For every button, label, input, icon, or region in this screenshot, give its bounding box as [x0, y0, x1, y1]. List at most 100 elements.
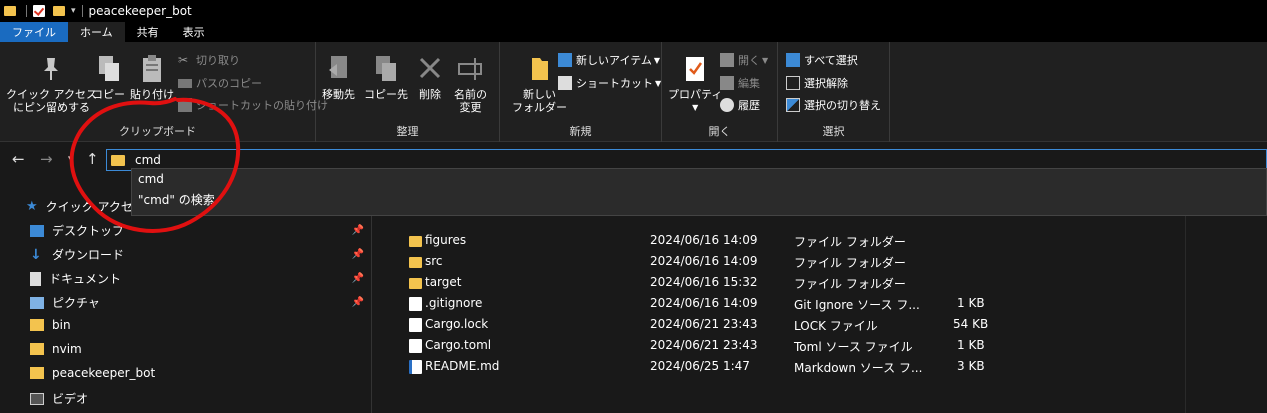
star-icon: ★ — [26, 199, 38, 214]
move-to-button[interactable]: 移動先 — [322, 54, 355, 101]
tab-home[interactable]: ホーム — [68, 22, 125, 42]
title-bar: ▾ peacekeeper_bot — [0, 0, 1267, 22]
history-button[interactable]: 履歴 — [720, 97, 760, 113]
pin-to-quick-access-button[interactable]: クイック アクセス にピン留めする — [6, 54, 97, 114]
file-name: src — [425, 254, 443, 268]
file-icon — [409, 339, 422, 353]
file-type: Toml ソース ファイル — [794, 340, 913, 354]
paste-icon — [138, 54, 166, 84]
suggestion-search-item[interactable]: "cmd" の検索 — [138, 191, 215, 208]
rename-label-line1: 名前の — [454, 88, 487, 101]
nav-item-peacekeeper-bot[interactable]: peacekeeper_bot — [30, 366, 370, 380]
rename-button[interactable]: 名前の 変更 — [454, 54, 487, 114]
select-none-button[interactable]: 選択解除 — [786, 75, 848, 91]
copy-label: コピー — [92, 88, 125, 101]
forward-arrow-icon[interactable]: → — [40, 150, 53, 168]
pin-icon[interactable]: 📌 — [352, 297, 364, 308]
chevron-down-icon: ▼ — [655, 78, 662, 88]
copy-to-label: コピー先 — [364, 88, 408, 101]
paste-shortcut-button[interactable]: ショートカットの貼り付け — [178, 97, 328, 113]
gear-file-icon — [409, 297, 422, 311]
file-row[interactable]: .gitignore 2024/06/16 14:09 Git Ignore ソ… — [373, 293, 1267, 314]
markdown-file-icon — [409, 360, 422, 374]
nav-item-downloads[interactable]: ↓ ダウンロード 📌 — [30, 246, 370, 263]
nav-item-label: ダウンロード — [52, 248, 125, 262]
new-group: 新しい フォルダー 新しいアイテム ▼ ショートカット ▼ 新規 — [500, 42, 662, 142]
new-item-button[interactable]: 新しいアイテム ▼ — [558, 52, 660, 68]
properties-quick-icon[interactable] — [33, 5, 45, 17]
tab-share[interactable]: 共有 — [125, 22, 171, 42]
file-row[interactable]: src 2024/06/16 14:09 ファイル フォルダー — [373, 251, 1267, 272]
file-row[interactable]: figures 2024/06/16 14:09 ファイル フォルダー — [373, 230, 1267, 251]
clipboard-group: クイック アクセス にピン留めする コピー 貼り付け ✂ 切り取り パスのコピー… — [0, 42, 328, 142]
folder-icon — [409, 236, 422, 247]
path-icon — [178, 78, 192, 88]
address-input[interactable]: cmd — [135, 153, 161, 167]
invert-selection-button[interactable]: 選択の切り替え — [786, 97, 881, 113]
copy-button[interactable]: コピー — [92, 54, 125, 101]
picture-icon — [30, 296, 44, 309]
organize-group-label: 整理 — [396, 125, 419, 138]
video-icon — [30, 392, 44, 405]
file-row[interactable]: README.md 2024/06/25 1:47 Markdown ソース フ… — [373, 356, 1267, 377]
history-label: 履歴 — [738, 99, 760, 112]
nav-item-nvim[interactable]: nvim — [30, 342, 370, 356]
shortcut-icon — [558, 76, 572, 90]
nav-item-pictures[interactable]: ピクチャ 📌 — [30, 294, 370, 311]
folder-icon — [4, 6, 16, 16]
nav-item-documents[interactable]: ドキュメント 📌 — [30, 270, 370, 287]
copy-icon — [95, 54, 123, 84]
recent-locations-chevron-icon[interactable]: ▾ — [68, 154, 73, 164]
file-size: 54 KB — [953, 317, 989, 331]
file-date: 2024/06/16 14:09 — [650, 254, 758, 268]
pin-icon[interactable]: 📌 — [352, 249, 364, 260]
copy-to-button[interactable]: コピー先 — [364, 54, 408, 101]
nav-item-desktop[interactable]: デスクトップ 📌 — [30, 222, 370, 239]
chevron-down-icon[interactable]: ▾ — [71, 6, 76, 16]
paste-button[interactable]: 貼り付け — [130, 54, 174, 101]
select-all-button[interactable]: すべて選択 — [786, 52, 858, 68]
nav-item-label: peacekeeper_bot — [52, 366, 156, 380]
delete-button[interactable]: 削除 — [416, 54, 444, 101]
folder-icon — [30, 343, 44, 355]
shortcut-label: ショートカット — [576, 77, 653, 90]
cut-label: 切り取り — [196, 54, 240, 67]
file-size: 1 KB — [957, 296, 985, 310]
ribbon: クイック アクセス にピン留めする コピー 貼り付け ✂ 切り取り パスのコピー… — [0, 42, 1267, 142]
file-row[interactable]: Cargo.toml 2024/06/21 23:43 Toml ソース ファイ… — [373, 335, 1267, 356]
window-title: peacekeeper_bot — [88, 4, 192, 18]
file-name: target — [425, 275, 462, 289]
new-folder-icon — [526, 54, 554, 84]
pin-icon[interactable]: 📌 — [352, 225, 364, 236]
folder-icon — [30, 319, 44, 331]
new-folder-quick-icon[interactable] — [53, 6, 65, 16]
separator — [81, 5, 83, 17]
open-label: 開く — [738, 54, 760, 67]
download-icon: ↓ — [30, 246, 42, 263]
pin-icon — [37, 54, 65, 84]
cut-button[interactable]: ✂ 切り取り — [178, 52, 240, 68]
edit-button[interactable]: 編集 — [720, 75, 760, 91]
edit-icon — [720, 76, 734, 90]
pin-icon[interactable]: 📌 — [352, 273, 364, 284]
invert-selection-label: 選択の切り替え — [804, 99, 881, 112]
suggestion-item[interactable]: cmd — [138, 172, 164, 186]
move-to-label: 移動先 — [322, 88, 355, 101]
copy-path-button[interactable]: パスのコピー — [178, 75, 262, 91]
tab-view[interactable]: 表示 — [171, 22, 217, 42]
up-arrow-icon[interactable]: ↑ — [86, 150, 99, 168]
shortcut-button[interactable]: ショートカット ▼ — [558, 75, 661, 91]
nav-item-videos[interactable]: ビデオ — [30, 390, 370, 407]
open-group-label: 開く — [708, 125, 731, 138]
nav-item-bin[interactable]: bin — [30, 318, 370, 332]
file-type: Markdown ソース フ... — [794, 361, 923, 375]
tab-file[interactable]: ファイル — [0, 22, 68, 42]
file-type: ファイル フォルダー — [794, 235, 906, 249]
back-arrow-icon[interactable]: ← — [12, 150, 25, 168]
file-row[interactable]: Cargo.lock 2024/06/21 23:43 LOCK ファイル 54… — [373, 314, 1267, 335]
properties-button[interactable]: プロパティ ▼ — [668, 54, 722, 114]
file-name: figures — [425, 233, 467, 247]
open-button[interactable]: 開く ▼ — [720, 52, 768, 68]
separator — [26, 5, 27, 17]
file-row[interactable]: target 2024/06/16 15:32 ファイル フォルダー — [373, 272, 1267, 293]
